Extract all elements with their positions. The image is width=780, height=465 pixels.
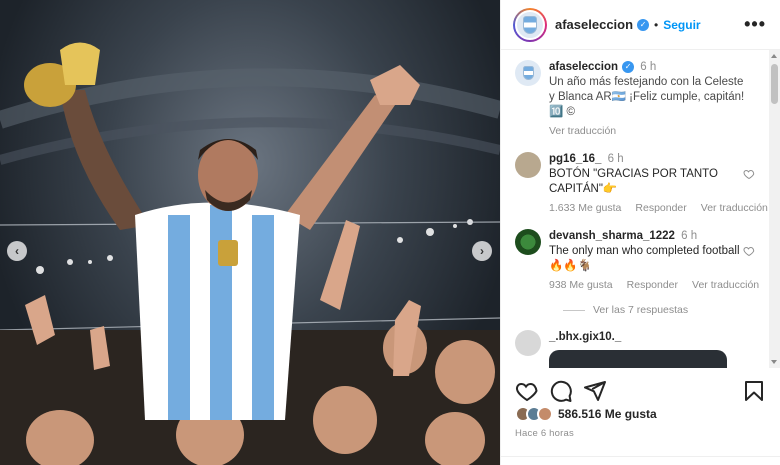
- post-header: afaseleccion ✓ • Seguir •••: [501, 0, 780, 50]
- more-icon[interactable]: •••: [744, 14, 766, 35]
- likes-count[interactable]: 586.516 Me gusta: [558, 407, 657, 421]
- verified-icon: ✓: [622, 60, 635, 73]
- header-username[interactable]: afaseleccion: [555, 17, 633, 32]
- comment-icon[interactable]: [549, 379, 573, 403]
- view-replies-link[interactable]: Ver las 7 respuestas: [563, 304, 769, 316]
- profile-avatar[interactable]: [513, 7, 547, 42]
- reply-link[interactable]: Responder: [627, 278, 678, 293]
- comment-username[interactable]: _.bhx.gix10._: [549, 331, 621, 343]
- comment-time: 6 h: [607, 153, 624, 165]
- afa-crest-icon: [522, 66, 534, 80]
- follow-button[interactable]: Seguir: [663, 18, 700, 32]
- post-photo[interactable]: ‹ ›: [0, 0, 500, 465]
- verified-icon: ✓: [637, 18, 650, 31]
- like-heart-icon[interactable]: [515, 379, 539, 403]
- comment-likes[interactable]: 1.633 Me gusta: [549, 201, 621, 216]
- avatar[interactable]: [515, 60, 541, 86]
- comment-likes[interactable]: 938 Me gusta: [549, 278, 613, 293]
- caption-time: 6 h: [640, 61, 657, 73]
- comment-username[interactable]: pg16_16_: [549, 153, 601, 165]
- caption-username[interactable]: afaseleccion: [549, 61, 618, 73]
- post-side-panel: afaseleccion ✓ • Seguir ••• afaseleccion…: [500, 0, 780, 465]
- comments-scrollbar[interactable]: [769, 50, 780, 368]
- comment-text: The only man who completed football 🔥🔥🐐: [549, 245, 740, 272]
- save-icon[interactable]: [742, 379, 766, 403]
- liker-avatar: [537, 406, 553, 422]
- caption-text: Un año más festejando con la Celeste y B…: [549, 76, 745, 118]
- view-replies-label: Ver las 7 respuestas: [593, 304, 689, 316]
- scroll-up-arrow[interactable]: [771, 54, 777, 58]
- comment-input-area[interactable]: [501, 456, 780, 465]
- chevron-right-icon[interactable]: ›: [472, 241, 492, 261]
- share-icon[interactable]: [583, 379, 607, 403]
- reply-link[interactable]: Responder: [635, 201, 686, 216]
- avatar[interactable]: [515, 152, 541, 178]
- comment-item: devansh_sharma_1222 6 h The only man who…: [515, 229, 769, 293]
- likes-row[interactable]: 586.516 Me gusta: [515, 406, 657, 422]
- avatar[interactable]: [515, 330, 541, 356]
- avatar[interactable]: [515, 229, 541, 255]
- translate-link[interactable]: Ver traducción: [692, 278, 759, 293]
- comment-time: 6 h: [681, 230, 698, 242]
- action-bar: [515, 378, 766, 404]
- comment-item: pg16_16_ 6 h BOTÓN "GRACIAS POR TANTO CA…: [515, 152, 769, 216]
- replies-divider: [563, 309, 585, 311]
- scroll-thumb[interactable]: [771, 64, 778, 104]
- translate-link[interactable]: Ver traducción: [549, 124, 616, 139]
- translate-link[interactable]: Ver traducción: [701, 201, 768, 216]
- comment-image: [549, 350, 727, 368]
- comment-text: BOTÓN "GRACIAS POR TANTO CAPITÁN"👉: [549, 168, 718, 195]
- comments-list[interactable]: afaseleccion ✓ 6 h Un año más festejando …: [501, 50, 769, 368]
- photo-illustration: [0, 42, 500, 465]
- chevron-left-icon[interactable]: ‹: [7, 241, 27, 261]
- post-time-ago[interactable]: Hace 6 horas: [515, 428, 574, 439]
- heart-icon[interactable]: [743, 168, 755, 180]
- header-separator: •: [654, 17, 659, 32]
- heart-icon[interactable]: [743, 245, 755, 257]
- afa-crest-icon: [523, 15, 537, 34]
- comment-username[interactable]: devansh_sharma_1222: [549, 230, 675, 242]
- caption: afaseleccion ✓ 6 h Un año más festejando …: [515, 60, 769, 139]
- scroll-down-arrow[interactable]: [771, 360, 777, 364]
